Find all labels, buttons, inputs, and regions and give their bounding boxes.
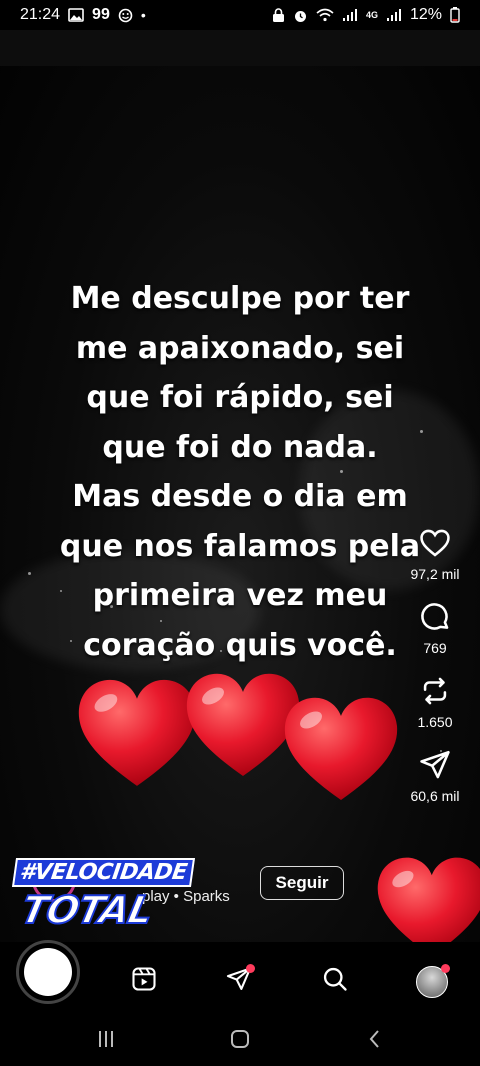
search-icon — [323, 967, 347, 991]
notification-dot — [441, 964, 450, 973]
share-count: 60,6 mil — [410, 788, 460, 804]
quote-line: primeira vez meu — [92, 578, 388, 613]
video-top-strip — [0, 30, 480, 66]
back-icon — [369, 1030, 379, 1048]
network-label: 4G — [365, 10, 378, 20]
battery-percent: 12% — [409, 6, 442, 23]
notification-dot — [246, 964, 255, 973]
camera-shutter-icon — [24, 948, 72, 996]
alarm-icon — [293, 8, 308, 23]
repost-count: 1.650 — [417, 714, 453, 730]
like-count: 97,2 mil — [410, 566, 460, 582]
watermark-line1: #VELOCIDADE — [11, 858, 195, 887]
reels-tab[interactable] — [129, 964, 159, 994]
recents-button[interactable] — [91, 1026, 121, 1052]
back-button[interactable] — [360, 1026, 390, 1052]
comment-count: 769 — [423, 640, 447, 656]
home-button[interactable] — [225, 1026, 255, 1052]
repost-button[interactable]: 1.650 — [404, 674, 466, 730]
status-left: 21:24 99 • — [20, 6, 146, 24]
repost-icon — [423, 677, 447, 705]
like-button[interactable]: 97,2 mil — [404, 526, 466, 582]
quote-line: que nos falamos pela — [59, 528, 421, 564]
search-tab[interactable] — [320, 964, 350, 994]
caption-quote: Me desculpe por ter me apaixonado, sei q… — [40, 274, 440, 670]
direct-tab[interactable] — [224, 964, 255, 994]
reel-video[interactable]: Me desculpe por ter me apaixonado, sei q… — [0, 30, 480, 942]
watermark-line2: TOTAL — [16, 887, 157, 933]
quote-line: Mas desde o dia em — [72, 479, 408, 514]
signal-icon — [342, 8, 358, 22]
heart-outline-icon — [420, 529, 450, 557]
share-button[interactable]: 60,6 mil — [404, 748, 466, 804]
heart-icon — [284, 697, 398, 800]
smile-icon — [118, 8, 133, 23]
system-nav — [0, 1010, 480, 1066]
status-time: 21:24 — [20, 6, 61, 23]
quote-line: coração quis você. — [83, 627, 397, 663]
city-light — [28, 572, 31, 575]
wifi-icon — [316, 8, 334, 22]
lock-icon — [272, 7, 285, 23]
quote-line: que foi rápido, sei — [86, 380, 394, 415]
comment-button[interactable]: 769 — [404, 600, 466, 656]
home-icon — [231, 1030, 249, 1048]
status-badge: 99 — [92, 6, 110, 23]
camera-button[interactable] — [16, 940, 80, 1004]
status-bar: 21:24 99 • 4G 12% — [0, 0, 480, 30]
reels-icon — [132, 967, 156, 991]
battery-icon — [450, 7, 460, 23]
watermark-logo: #VELOCIDADE TOTAL — [11, 858, 195, 944]
quote-line: me apaixonado, sei — [75, 330, 405, 366]
send-icon — [420, 750, 450, 779]
dot-icon: • — [140, 7, 146, 23]
signal-icon-2 — [386, 8, 402, 22]
gallery-icon — [68, 8, 84, 22]
recents-icon — [99, 1031, 113, 1047]
status-right: 4G 12% — [272, 6, 460, 24]
follow-button[interactable]: Seguir — [260, 866, 344, 900]
quote-line: que foi do nada. — [102, 429, 378, 465]
quote-line: Me desculpe por ter — [70, 281, 410, 316]
action-rail: 97,2 mil 769 1.650 60,6 mil — [404, 526, 466, 804]
comment-icon — [421, 603, 449, 630]
